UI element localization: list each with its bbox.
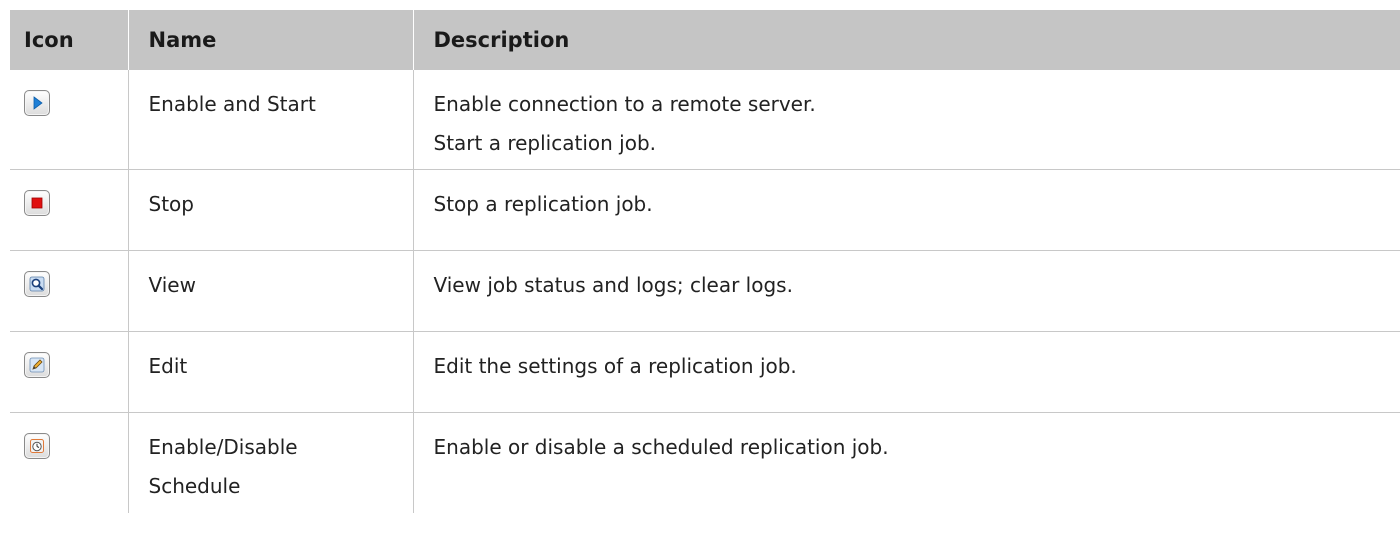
icon-cell [10,412,129,513]
icon-reference-table-container: Icon Name Description Enable and Start E… [0,0,1400,553]
table-row: Enable and Start Enable connection to a … [10,70,1400,170]
table-row: Stop Stop a replication job. [10,169,1400,251]
description-line: Enable or disable a scheduled replicatio… [433,435,889,459]
description-cell: View job status and logs; clear logs. [413,250,1400,332]
header-description: Description [413,10,1400,70]
name-cell: Stop [128,169,414,251]
description-line: View job status and logs; clear logs. [433,273,793,297]
table-row: Edit Edit the settings of a replication … [10,331,1400,413]
description-line: Edit the settings of a replication job. [433,354,797,378]
name-line: Schedule [148,474,241,498]
icon-reference-table: Icon Name Description Enable and Start E… [10,10,1400,513]
description-line: Enable connection to a remote server. [433,92,816,116]
description-line: Start a replication job. [433,131,657,155]
description-cell: Enable connection to a remote server. St… [413,70,1400,170]
name-line: Enable/Disable [148,435,298,459]
name-line: Edit [148,354,188,378]
header-name: Name [128,10,414,70]
name-cell: Enable/Disable Schedule [128,412,414,513]
name-cell: Enable and Start [128,70,414,170]
header-icon: Icon [10,10,129,70]
name-line: View [148,273,196,297]
table-row: Enable/Disable Schedule Enable or disabl… [10,412,1400,514]
icon-cell [10,70,129,170]
stop-icon [24,190,50,216]
schedule-clock-icon [24,433,50,459]
icon-cell [10,169,129,251]
table-header-row: Icon Name Description [10,10,1400,70]
icon-cell [10,250,129,332]
table-row: View View job status and logs; clear log… [10,250,1400,332]
magnifier-icon [24,271,50,297]
name-cell: View [128,250,414,332]
name-line: Stop [148,192,194,216]
description-cell: Stop a replication job. [413,169,1400,251]
name-line: Enable and Start [148,92,316,116]
icon-cell [10,331,129,413]
description-line: Stop a replication job. [433,192,653,216]
description-cell: Edit the settings of a replication job. [413,331,1400,413]
edit-pencil-icon [24,352,50,378]
play-icon [24,90,50,116]
description-cell: Enable or disable a scheduled replicatio… [413,413,1400,514]
name-cell: Edit [128,331,414,413]
